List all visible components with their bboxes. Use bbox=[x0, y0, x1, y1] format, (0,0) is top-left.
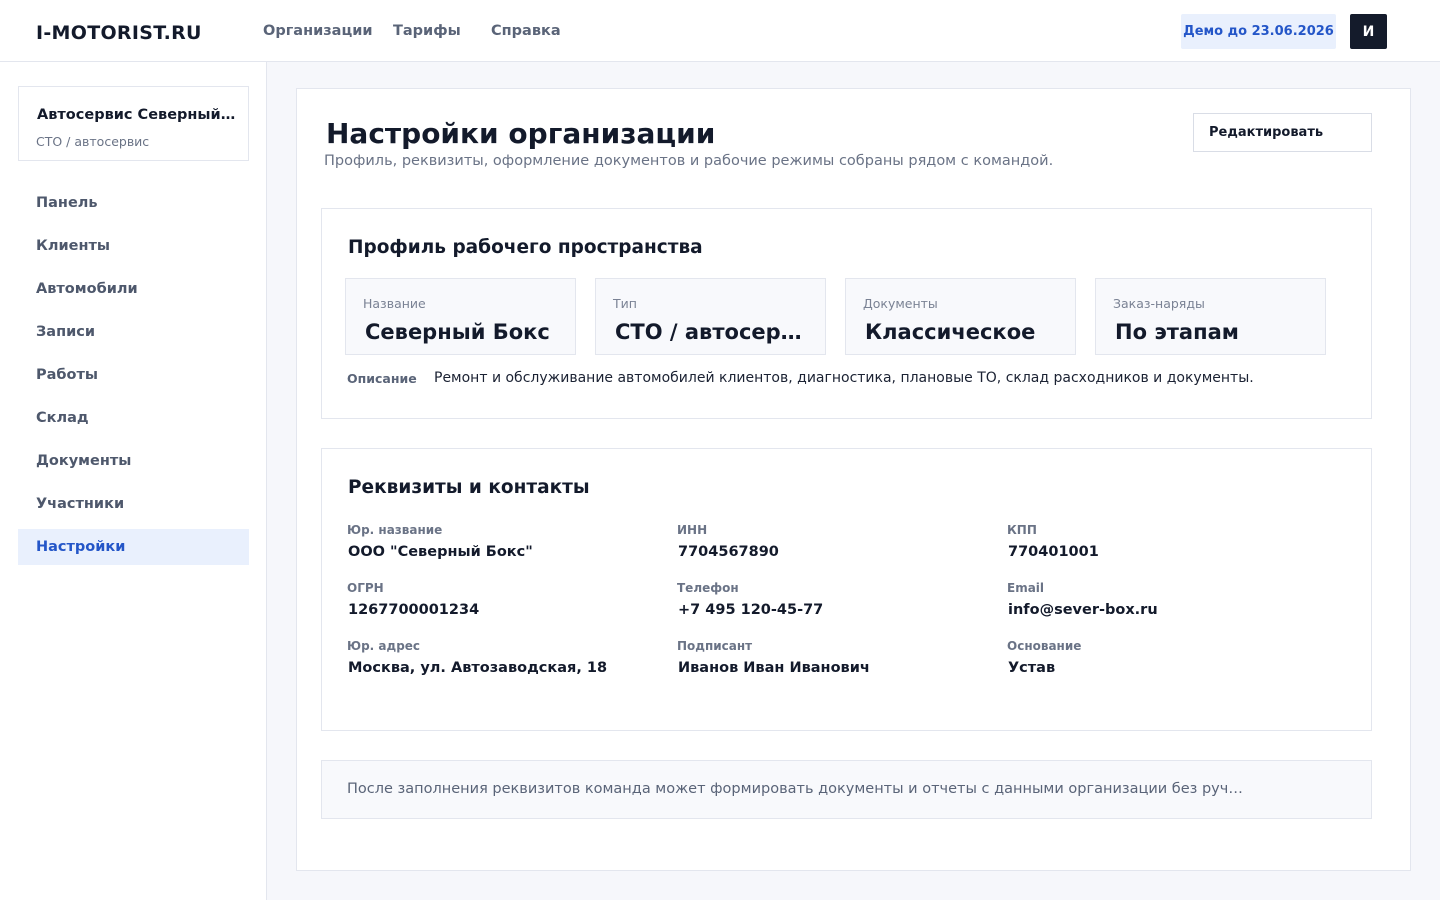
stat-value: СТО / автосервис bbox=[615, 320, 803, 344]
field-label-kpp: КПП bbox=[1007, 523, 1037, 537]
field-value-legal-name: ООО "Северный Бокс" bbox=[348, 544, 533, 560]
field-value-legal-address: Москва, ул. Автозаводская, 18 bbox=[348, 660, 608, 676]
field-value-phone: +7 495 120-45-77 bbox=[678, 602, 824, 618]
sidebar-item-dashboard[interactable]: Панель bbox=[18, 185, 249, 221]
info-note-text: После заполнения реквизитов команда може… bbox=[347, 781, 1247, 797]
sidebar-item-members[interactable]: Участники bbox=[18, 486, 249, 522]
field-label-legal-name: Юр. название bbox=[347, 523, 443, 537]
top-bar: I-MOTORIST.RU Организации Тарифы Справка… bbox=[0, 0, 1440, 62]
nav-organizations[interactable]: Организации bbox=[263, 23, 373, 39]
sidebar-item-settings[interactable]: Настройки bbox=[18, 529, 249, 565]
stat-name: Название Северный Бокс bbox=[345, 278, 576, 355]
field-label-phone: Телефон bbox=[677, 581, 739, 595]
stat-value: Северный Бокс bbox=[365, 320, 550, 344]
field-value-ogrn: 1267700001234 bbox=[348, 602, 480, 618]
sidebar-item-warehouse[interactable]: Склад bbox=[18, 400, 249, 436]
description-label: Описание bbox=[347, 371, 417, 386]
org-type: СТО / автосервис bbox=[36, 134, 150, 149]
stat-work-orders: Заказ-наряды По этапам bbox=[1095, 278, 1326, 355]
field-value-email: info@sever-box.ru bbox=[1008, 602, 1158, 618]
stat-value: Классическое bbox=[865, 320, 1036, 344]
field-label-ogrn: ОГРН bbox=[347, 581, 384, 595]
sidebar-item-clients[interactable]: Клиенты bbox=[18, 228, 249, 264]
nav-help[interactable]: Справка bbox=[491, 23, 561, 39]
profile-card-title: Профиль рабочего пространства bbox=[348, 237, 703, 258]
stat-documents: Документы Классическое bbox=[845, 278, 1076, 355]
sidebar-item-appointments[interactable]: Записи bbox=[18, 314, 249, 350]
field-label-signatory: Подписант bbox=[677, 639, 753, 653]
stat-value: По этапам bbox=[1115, 320, 1239, 344]
stat-label: Заказ-наряды bbox=[1113, 296, 1205, 311]
description-text: Ремонт и обслуживание автомобилей клиент… bbox=[434, 370, 1254, 386]
sidebar-item-documents[interactable]: Документы bbox=[18, 443, 249, 479]
field-value-signatory: Иванов Иван Иванович bbox=[678, 660, 870, 676]
stat-type: Тип СТО / автосервис bbox=[595, 278, 826, 355]
field-value-inn: 7704567890 bbox=[678, 544, 779, 560]
stat-label: Документы bbox=[863, 296, 938, 311]
field-label-email: Email bbox=[1007, 581, 1045, 595]
profile-card: Профиль рабочего пространства Название С… bbox=[321, 208, 1372, 419]
app-logo[interactable]: I-MOTORIST.RU bbox=[36, 22, 202, 44]
org-switcher[interactable]: Автосервис Северный Бокс СТО / автосерви… bbox=[18, 86, 249, 161]
settings-panel: Настройки организации Профиль, реквизиты… bbox=[296, 88, 1411, 871]
field-label-basis: Основание bbox=[1007, 639, 1082, 653]
stat-label: Название bbox=[363, 296, 426, 311]
info-note: После заполнения реквизитов команда може… bbox=[321, 760, 1372, 819]
field-label-inn: ИНН bbox=[677, 523, 708, 537]
demo-badge[interactable]: Демо до 23.06.2026 bbox=[1181, 14, 1336, 49]
sidebar-item-cars[interactable]: Автомобили bbox=[18, 271, 249, 307]
requisites-card: Реквизиты и контакты Юр. название ООО "С… bbox=[321, 448, 1372, 731]
org-name: Автосервис Северный Бокс bbox=[37, 107, 237, 123]
field-value-kpp: 770401001 bbox=[1008, 544, 1099, 560]
field-label-legal-address: Юр. адрес bbox=[347, 639, 421, 653]
field-value-basis: Устав bbox=[1008, 660, 1056, 676]
sidebar-item-works[interactable]: Работы bbox=[18, 357, 249, 393]
stat-label: Тип bbox=[613, 296, 637, 311]
page-subtitle: Профиль, реквизиты, оформление документо… bbox=[324, 153, 1054, 169]
sidebar: Автосервис Северный Бокс СТО / автосерви… bbox=[0, 62, 267, 900]
edit-button[interactable]: Редактировать bbox=[1193, 113, 1372, 152]
requisites-card-title: Реквизиты и контакты bbox=[348, 477, 590, 498]
page-title: Настройки организации bbox=[326, 117, 716, 150]
nav-tariffs[interactable]: Тарифы bbox=[393, 23, 461, 39]
user-avatar[interactable]: И bbox=[1350, 14, 1387, 49]
